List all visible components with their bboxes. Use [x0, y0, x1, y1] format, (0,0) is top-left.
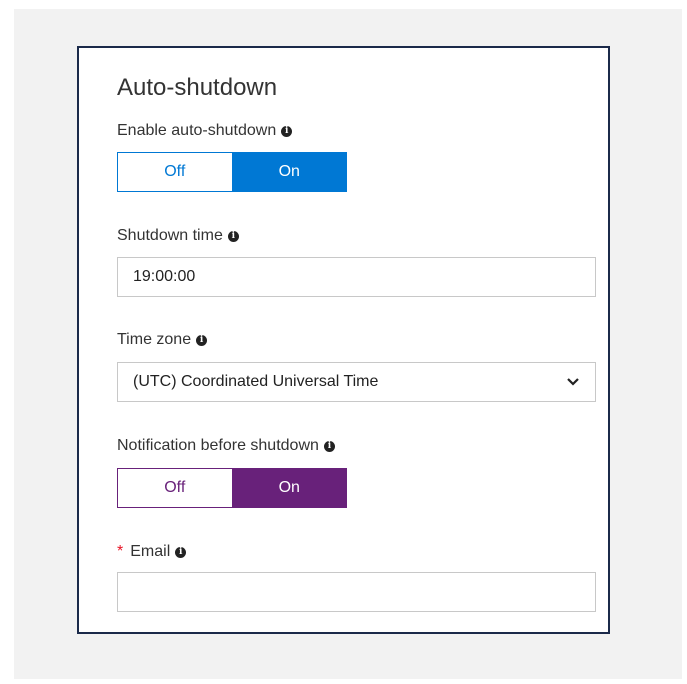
panel-title: Auto-shutdown — [117, 74, 278, 101]
info-icon[interactable]: i — [281, 125, 293, 137]
time-zone-select[interactable]: (UTC) Coordinated Universal Time — [117, 362, 596, 402]
time-zone-label-text: Time zone — [117, 331, 192, 348]
enable-auto-shutdown-toggle[interactable]: Off On — [117, 152, 347, 192]
notification-label-text: Notification before shutdown — [117, 437, 319, 454]
info-icon[interactable]: i — [175, 546, 187, 558]
notification-label: Notification before shutdown i — [117, 437, 335, 455]
time-zone-selected-value: (UTC) Coordinated Universal Time — [133, 373, 379, 390]
email-label: * Email i — [117, 543, 187, 561]
notification-on-option[interactable]: On — [231, 468, 347, 508]
chevron-down-icon — [567, 378, 579, 386]
email-label-text: Email — [130, 543, 171, 560]
notification-off-option[interactable]: Off — [117, 468, 232, 508]
info-icon[interactable]: i — [323, 440, 335, 452]
enable-auto-shutdown-label: Enable auto-shutdown i — [117, 122, 293, 140]
notification-toggle[interactable]: Off On — [117, 468, 347, 508]
email-input[interactable] — [117, 572, 596, 612]
auto-shutdown-on-option[interactable]: On — [231, 152, 347, 192]
info-icon[interactable]: i — [196, 334, 208, 346]
auto-shutdown-off-option[interactable]: Off — [117, 152, 232, 192]
shutdown-time-input[interactable] — [117, 257, 596, 297]
enable-auto-shutdown-label-text: Enable auto-shutdown — [117, 122, 277, 139]
info-icon[interactable]: i — [227, 230, 239, 242]
shutdown-time-label-text: Shutdown time — [117, 227, 223, 244]
time-zone-label: Time zone i — [117, 331, 208, 349]
required-star: * — [117, 543, 124, 560]
shutdown-time-label: Shutdown time i — [117, 227, 239, 245]
auto-shutdown-panel: Auto-shutdown Enable auto-shutdown i Off… — [77, 46, 610, 634]
